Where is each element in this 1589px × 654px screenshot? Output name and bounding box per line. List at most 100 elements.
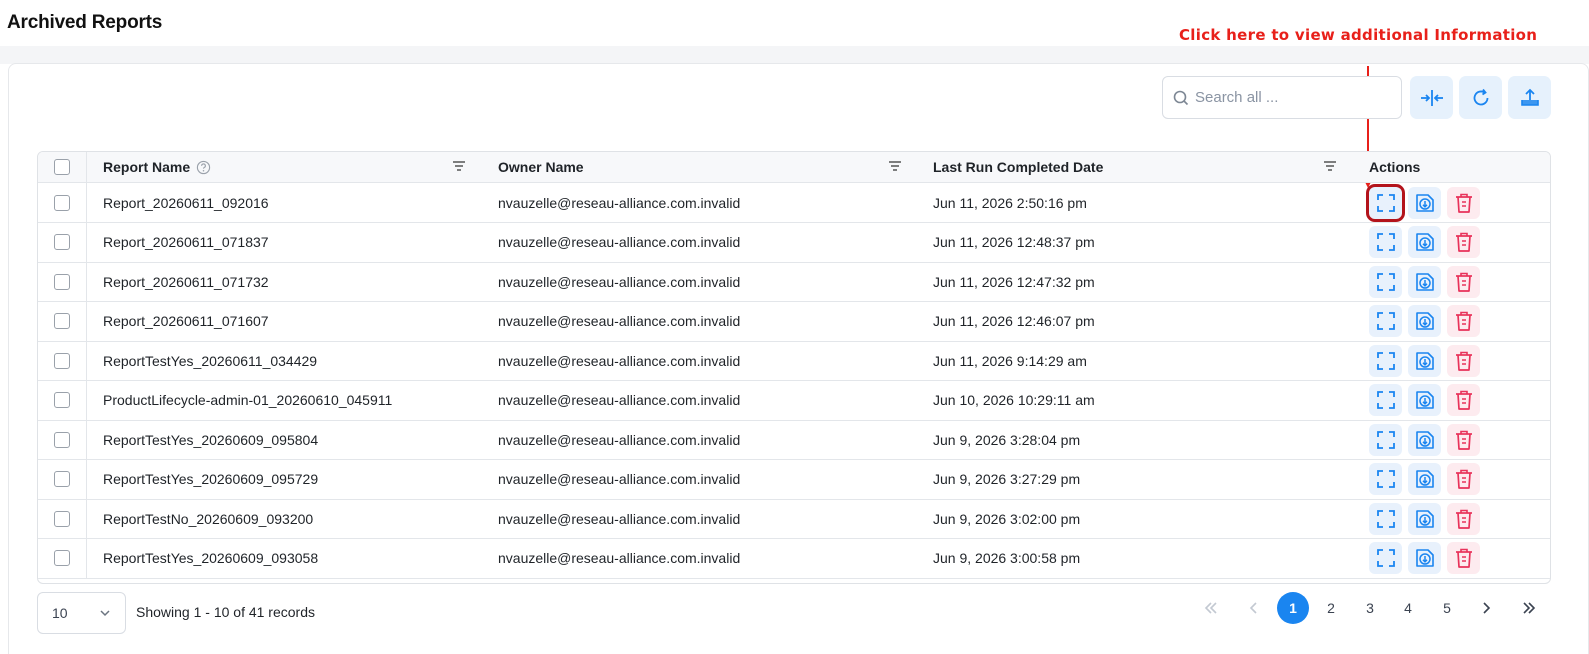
row-checkbox[interactable] (54, 550, 70, 566)
filter-owner-name-icon[interactable] (888, 160, 902, 172)
report-name-cell: Report_20260611_071732 (103, 273, 269, 290)
download-icon (1415, 351, 1434, 370)
delete-button[interactable] (1447, 423, 1480, 456)
delete-icon (1455, 311, 1472, 331)
view-details-button[interactable] (1369, 344, 1402, 377)
page-button-1[interactable]: 1 (1277, 592, 1309, 624)
select-all-checkbox[interactable] (54, 159, 70, 175)
expand-icon (1376, 312, 1395, 330)
owner-name-cell: nvauzelle@reseau-alliance.com.invalid (498, 392, 741, 408)
refresh-icon (1473, 88, 1488, 105)
delete-icon (1455, 272, 1472, 292)
download-button[interactable] (1408, 305, 1441, 337)
delete-button[interactable] (1447, 265, 1480, 298)
collapse-columns-button[interactable] (1410, 76, 1453, 119)
delete-button[interactable] (1447, 502, 1480, 535)
page-button-5[interactable]: 5 (1431, 592, 1463, 624)
filter-last-run-icon[interactable] (1323, 160, 1337, 172)
report-name-cell: ReportTestYes_20260609_095729 (103, 471, 319, 487)
records-summary: Showing 1 - 10 of 41 records (136, 604, 315, 620)
table-row: ProductLifecycle-admin-01_20260610_04591… (38, 380, 1550, 421)
view-details-button[interactable] (1369, 423, 1402, 456)
column-header-actions: Actions (1369, 159, 1421, 175)
filter-report-name-icon[interactable] (452, 160, 466, 172)
table-row: Report_20260611_071607 nvauzelle@reseau-a… (38, 301, 1550, 342)
annotation-text: Click here to view additional Informatio… (1179, 26, 1538, 44)
search-input[interactable] (1195, 89, 1385, 106)
view-details-button[interactable] (1369, 265, 1402, 298)
delete-button[interactable] (1447, 384, 1480, 416)
download-button[interactable] (1408, 502, 1441, 535)
page-size-select[interactable]: 10 (37, 592, 126, 634)
report-name-cell: Report_20260611_071837 (103, 234, 269, 250)
download-button[interactable] (1408, 265, 1441, 298)
row-checkbox[interactable] (54, 392, 70, 408)
reports-table: Report Name Owner Name Last Run Complete… (37, 151, 1551, 584)
row-actions (1369, 302, 1486, 341)
row-actions (1369, 262, 1486, 301)
last-run-date-cell: Jun 9, 2026 3:28:04 pm (933, 431, 1081, 448)
download-button[interactable] (1408, 384, 1441, 416)
download-icon (1415, 193, 1434, 212)
delete-button[interactable] (1447, 305, 1480, 337)
view-details-button[interactable] (1369, 463, 1402, 495)
view-details-button[interactable] (1369, 226, 1402, 258)
download-icon (1415, 509, 1434, 528)
delete-button[interactable] (1447, 463, 1480, 495)
row-checkbox[interactable] (54, 471, 70, 487)
row-actions (1369, 381, 1486, 420)
download-button[interactable] (1408, 463, 1441, 495)
owner-name-cell: nvauzelle@reseau-alliance.com.invalid (498, 313, 741, 329)
download-button[interactable] (1408, 423, 1441, 456)
expand-icon (1376, 351, 1395, 370)
page-button-2[interactable]: 2 (1315, 592, 1347, 624)
view-details-button[interactable] (1369, 502, 1402, 535)
expand-icon (1376, 193, 1395, 212)
first-page-button[interactable] (1195, 592, 1227, 624)
chevron-right-icon (1483, 602, 1491, 614)
row-checkbox[interactable] (54, 352, 70, 369)
row-checkbox[interactable] (54, 510, 70, 527)
view-details-button[interactable] (1369, 384, 1402, 416)
delete-icon (1455, 232, 1472, 252)
search-box[interactable] (1162, 76, 1402, 119)
row-checkbox[interactable] (54, 431, 70, 448)
owner-name-cell: nvauzelle@reseau-alliance.com.invalid (498, 471, 741, 487)
view-details-button[interactable] (1369, 305, 1402, 337)
prev-page-button[interactable] (1238, 592, 1270, 624)
download-button[interactable] (1408, 226, 1441, 258)
refresh-button[interactable] (1459, 76, 1502, 119)
view-details-button[interactable] (1366, 183, 1405, 222)
expand-icon (1376, 391, 1395, 409)
page-button-4[interactable]: 4 (1392, 592, 1424, 624)
row-checkbox[interactable] (54, 234, 70, 250)
delete-button[interactable] (1447, 186, 1480, 219)
report-name-cell: Report_20260611_071607 (103, 313, 269, 329)
owner-name-cell: nvauzelle@reseau-alliance.com.invalid (498, 352, 741, 369)
table-row: ReportTestYes_20260609_093058 nvauzelle@r… (38, 538, 1550, 579)
delete-button[interactable] (1447, 344, 1480, 377)
last-page-button[interactable] (1513, 592, 1545, 624)
view-details-button[interactable] (1369, 542, 1402, 574)
double-chevron-right-icon (1523, 602, 1536, 614)
row-actions (1369, 420, 1486, 459)
delete-button[interactable] (1447, 542, 1480, 574)
page-button-3[interactable]: 3 (1354, 592, 1386, 624)
export-button[interactable] (1508, 76, 1551, 119)
download-button[interactable] (1408, 542, 1441, 574)
download-icon (1415, 391, 1434, 409)
download-icon (1415, 312, 1434, 330)
row-actions (1369, 341, 1486, 380)
export-upload-icon (1520, 88, 1539, 106)
last-run-date-cell: Jun 11, 2026 12:47:32 pm (933, 273, 1095, 290)
last-run-date-cell: Jun 9, 2026 3:00:58 pm (933, 550, 1081, 566)
row-checkbox[interactable] (54, 194, 70, 211)
row-checkbox[interactable] (54, 313, 70, 329)
row-checkbox[interactable] (54, 273, 70, 290)
expand-icon (1376, 470, 1395, 488)
next-page-button[interactable] (1470, 592, 1502, 624)
delete-button[interactable] (1447, 226, 1480, 258)
download-button[interactable] (1408, 344, 1441, 377)
download-button[interactable] (1408, 186, 1441, 219)
table-header: Report Name Owner Name Last Run Complete… (38, 152, 1550, 183)
